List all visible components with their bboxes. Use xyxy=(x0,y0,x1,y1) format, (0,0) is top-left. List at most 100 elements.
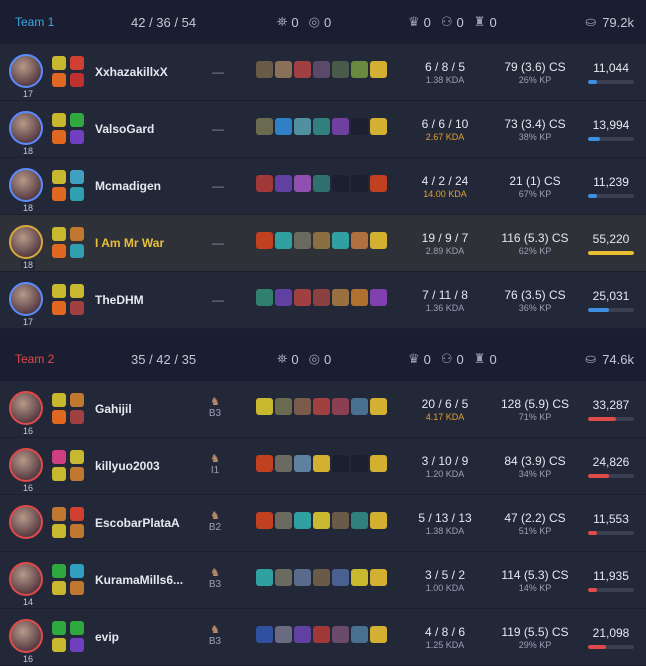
champion-portrait[interactable] xyxy=(9,225,43,259)
summoner-spell-icon[interactable] xyxy=(52,284,66,298)
rune-icon[interactable] xyxy=(52,244,66,258)
champion-portrait[interactable] xyxy=(9,505,43,539)
item-icon[interactable] xyxy=(313,289,330,306)
summoner-spell-icon[interactable] xyxy=(70,170,84,184)
rune-icon[interactable] xyxy=(70,638,84,652)
item-icon[interactable] xyxy=(313,398,330,415)
item-icon[interactable] xyxy=(351,455,368,472)
summoner-spell-icon[interactable] xyxy=(52,113,66,127)
item-icon[interactable] xyxy=(370,289,387,306)
champion-portrait[interactable] xyxy=(9,111,43,145)
rune-icon[interactable] xyxy=(52,410,66,424)
summoner-spell-icon[interactable] xyxy=(52,170,66,184)
item-icon[interactable] xyxy=(351,232,368,249)
summoner-spell-icon[interactable] xyxy=(70,227,84,241)
rune-icon[interactable] xyxy=(52,524,66,538)
item-icon[interactable] xyxy=(351,289,368,306)
summoner-spell-icon[interactable] xyxy=(52,564,66,578)
champion-portrait[interactable] xyxy=(9,54,43,88)
item-icon[interactable] xyxy=(275,118,292,135)
item-icon[interactable] xyxy=(370,175,387,192)
item-icon[interactable] xyxy=(332,289,349,306)
item-icon[interactable] xyxy=(332,626,349,643)
summoner-spell-icon[interactable] xyxy=(70,393,84,407)
player-row[interactable]: 14 KuramaMills6... ♞ B3 3 / 5 / 2 1.00 KDA 114… xyxy=(0,552,646,609)
item-icon[interactable] xyxy=(351,118,368,135)
item-icon[interactable] xyxy=(294,175,311,192)
item-icon[interactable] xyxy=(256,175,273,192)
item-icon[interactable] xyxy=(370,398,387,415)
item-icon[interactable] xyxy=(313,626,330,643)
rune-icon[interactable] xyxy=(52,638,66,652)
rune-icon[interactable] xyxy=(70,187,84,201)
item-icon[interactable] xyxy=(275,512,292,529)
item-icon[interactable] xyxy=(294,569,311,586)
item-icon[interactable] xyxy=(370,61,387,78)
player-row[interactable]: 18 I Am Mr War — 19 / 9 / 7 2.89 KDA 116 (5.3… xyxy=(0,215,646,272)
item-icon[interactable] xyxy=(370,455,387,472)
champion-portrait[interactable] xyxy=(9,619,43,653)
item-icon[interactable] xyxy=(313,569,330,586)
item-icon[interactable] xyxy=(313,512,330,529)
summoner-spell-icon[interactable] xyxy=(52,621,66,635)
item-icon[interactable] xyxy=(370,569,387,586)
item-icon[interactable] xyxy=(313,232,330,249)
rune-icon[interactable] xyxy=(70,581,84,595)
summoner-name[interactable]: I Am Mr War xyxy=(95,236,164,250)
summoner-spell-icon[interactable] xyxy=(52,450,66,464)
rune-icon[interactable] xyxy=(52,467,66,481)
rune-icon[interactable] xyxy=(70,301,84,315)
player-row[interactable]: 18 Mcmadigen — 4 / 2 / 24 14.00 KDA 21 (1) CS… xyxy=(0,158,646,215)
rune-icon[interactable] xyxy=(70,410,84,424)
rune-icon[interactable] xyxy=(70,130,84,144)
summoner-name[interactable]: KuramaMills6... xyxy=(95,573,183,587)
champion-portrait[interactable] xyxy=(9,391,43,425)
item-icon[interactable] xyxy=(332,118,349,135)
item-icon[interactable] xyxy=(275,232,292,249)
summoner-name[interactable]: ValsoGard xyxy=(95,122,154,136)
item-icon[interactable] xyxy=(351,398,368,415)
rune-icon[interactable] xyxy=(70,467,84,481)
item-icon[interactable] xyxy=(370,512,387,529)
player-row[interactable]: 16 evip ♞ B3 4 / 8 / 6 1.25 KDA 119 (5.5) CS 29… xyxy=(0,609,646,666)
player-row[interactable]: 17 TheDHM — 7 / 11 / 8 1.36 KDA 76 (3.5) CS 36… xyxy=(0,272,646,329)
champion-portrait[interactable] xyxy=(9,168,43,202)
item-icon[interactable] xyxy=(332,61,349,78)
item-icon[interactable] xyxy=(332,398,349,415)
summoner-spell-icon[interactable] xyxy=(70,507,84,521)
item-icon[interactable] xyxy=(275,175,292,192)
item-icon[interactable] xyxy=(256,118,273,135)
item-icon[interactable] xyxy=(313,455,330,472)
rune-icon[interactable] xyxy=(52,73,66,87)
item-icon[interactable] xyxy=(275,61,292,78)
item-icon[interactable] xyxy=(332,175,349,192)
item-icon[interactable] xyxy=(275,569,292,586)
rune-icon[interactable] xyxy=(52,301,66,315)
item-icon[interactable] xyxy=(351,512,368,529)
summoner-name[interactable]: evip xyxy=(95,630,119,644)
item-icon[interactable] xyxy=(332,512,349,529)
summoner-name[interactable]: TheDHM xyxy=(95,293,144,307)
summoner-spell-icon[interactable] xyxy=(70,621,84,635)
summoner-spell-icon[interactable] xyxy=(70,113,84,127)
item-icon[interactable] xyxy=(256,455,273,472)
player-row[interactable]: EscobarPlataA ♞ B2 5 / 13 / 13 1.38 KDA 47 (2… xyxy=(0,495,646,552)
item-icon[interactable] xyxy=(313,175,330,192)
item-icon[interactable] xyxy=(351,61,368,78)
summoner-spell-icon[interactable] xyxy=(70,284,84,298)
item-icon[interactable] xyxy=(370,626,387,643)
item-icon[interactable] xyxy=(294,289,311,306)
summoner-spell-icon[interactable] xyxy=(70,56,84,70)
rune-icon[interactable] xyxy=(70,73,84,87)
item-icon[interactable] xyxy=(256,626,273,643)
item-icon[interactable] xyxy=(351,626,368,643)
champion-portrait[interactable] xyxy=(9,562,43,596)
player-row[interactable]: 16 killyuo2003 ♞ I1 3 / 10 / 9 1.20 KDA 84 (3.… xyxy=(0,438,646,495)
item-icon[interactable] xyxy=(294,512,311,529)
summoner-spell-icon[interactable] xyxy=(52,507,66,521)
item-icon[interactable] xyxy=(275,398,292,415)
rune-icon[interactable] xyxy=(52,187,66,201)
item-icon[interactable] xyxy=(256,569,273,586)
item-icon[interactable] xyxy=(313,118,330,135)
item-icon[interactable] xyxy=(370,118,387,135)
